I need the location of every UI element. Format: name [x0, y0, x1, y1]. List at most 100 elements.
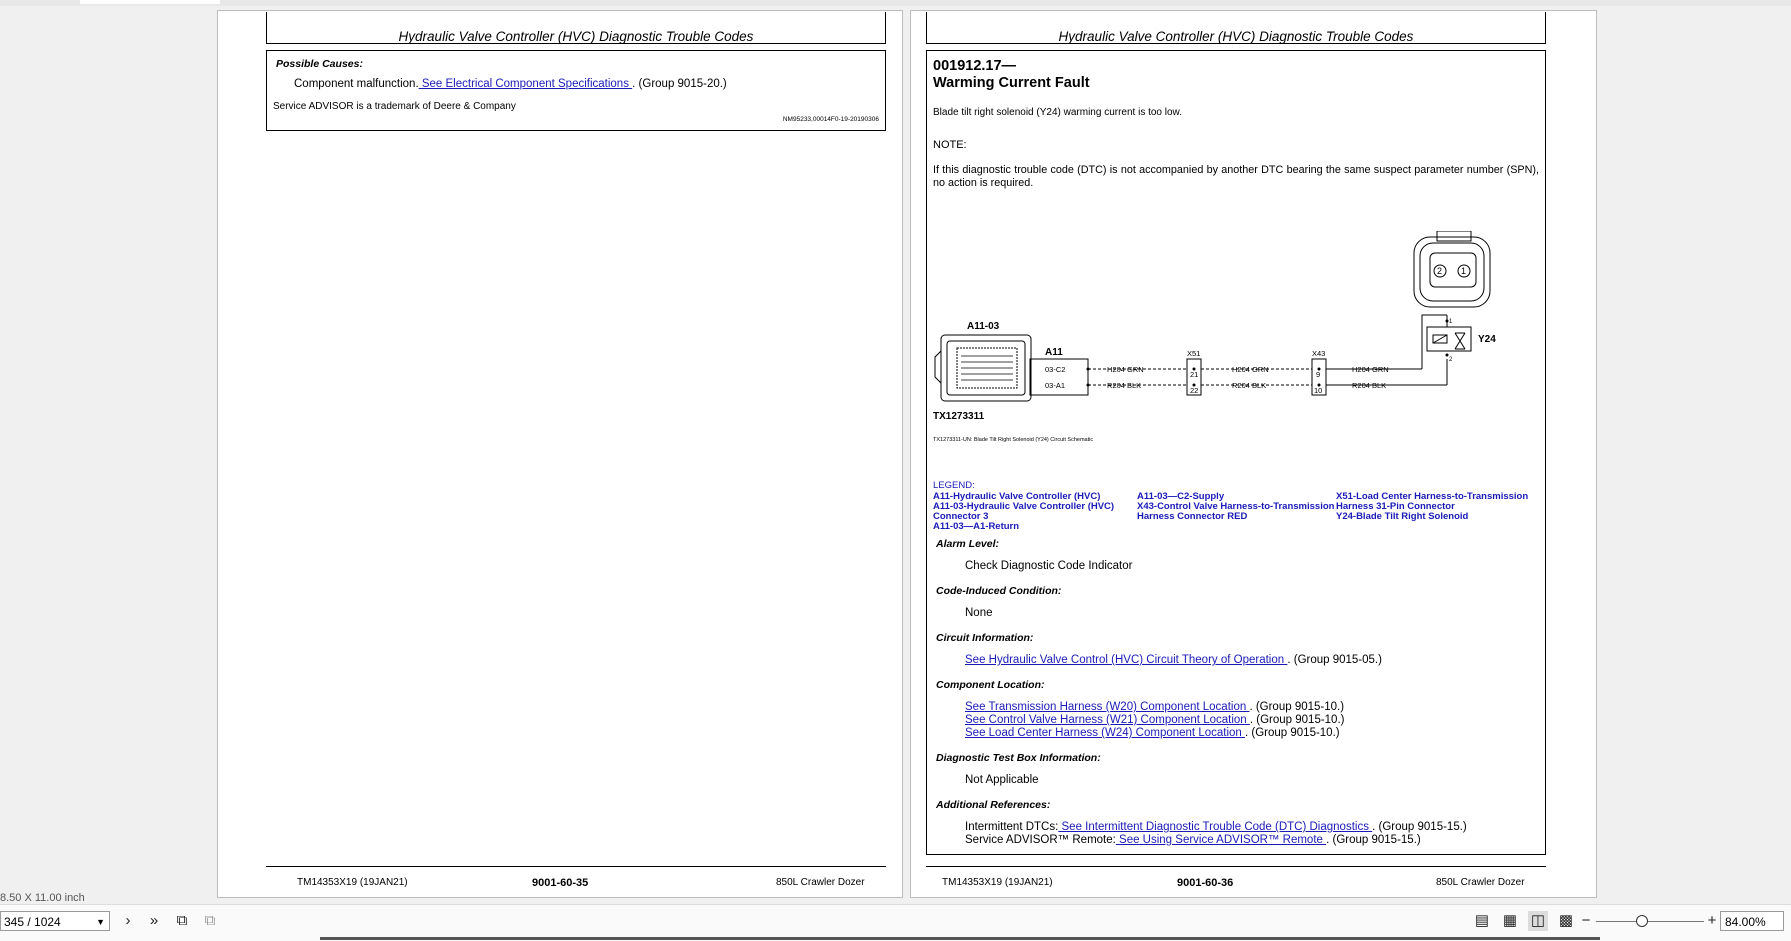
label-wire-blk-1: R204 BLK — [1107, 381, 1141, 390]
top-strip — [0, 0, 1791, 6]
dtc-code: 001912.17— — [933, 58, 1017, 74]
component-line-3: See Load Center Harness (W24) Component … — [965, 727, 1340, 739]
additional-references-label: Additional References: — [936, 799, 1051, 811]
label-a1103: A11-03 — [967, 321, 1000, 332]
label-x51: X51 — [1187, 349, 1200, 358]
label-wire-grn-1: H204 GRN — [1107, 365, 1144, 374]
two-page-view-icon[interactable]: ◫ — [1528, 911, 1548, 931]
zoom-slider-handle[interactable] — [1636, 915, 1648, 927]
label-x43-p1: 9 — [1316, 370, 1320, 379]
intermittent-label: Intermittent DTCs: — [965, 821, 1059, 833]
copy-page-icon[interactable]: ⧉ — [172, 911, 192, 931]
w24-location-link[interactable]: See Load Center Harness (W24) Component … — [965, 727, 1245, 739]
component-location-label: Component Location: — [936, 679, 1045, 691]
possible-causes-label: Possible Causes: — [276, 58, 363, 70]
label-wire-blk-3: R204 BLK — [1352, 381, 1386, 390]
code-induced-label: Code-Induced Condition: — [936, 585, 1062, 597]
test-box-value: Not Applicable — [965, 774, 1039, 786]
footer-rule — [926, 866, 1546, 867]
label-y24-p2: 2 — [1449, 357, 1453, 363]
document-id: NM95233,00014F0-19-20190306 — [782, 116, 879, 123]
viewer-toolbar: 345 / 1024 ▼ › » ⧉ ⧉ ▤ ▦ ◫ ▩ − + 84.00% — [0, 904, 1791, 941]
add-group: . (Group 9015-15.) — [1326, 834, 1421, 846]
trademark-text: Service ADVISOR is a trademark of Deere … — [273, 101, 516, 112]
component-line-2: See Control Valve Harness (W21) Componen… — [965, 714, 1344, 726]
cause-line: Component malfunction. See Electrical Co… — [294, 78, 727, 90]
circuit-info-label: Circuit Information: — [936, 632, 1034, 644]
alarm-level-value: Check Diagnostic Code Indicator — [965, 560, 1133, 572]
comp-group: . (Group 9015-10.) — [1245, 727, 1340, 739]
legend-item: Y24-Blade Tilt Right Solenoid — [1336, 511, 1469, 522]
service-advisor-remote-link[interactable]: See Using Service ADVISOR™ Remote — [1116, 834, 1326, 846]
note-text: If this diagnostic trouble code (DTC) is… — [933, 164, 1539, 189]
circuit-group: . (Group 9015-05.) — [1287, 654, 1382, 666]
tab-marker — [80, 0, 220, 4]
label-conn-pin1: 1 — [1461, 266, 1466, 276]
cause-group: . (Group 9015-20.) — [632, 78, 727, 90]
header-title: Hydraulic Valve Controller (HVC) Diagnos… — [1058, 29, 1414, 44]
header-title: Hydraulic Valve Controller (HVC) Diagnos… — [398, 29, 754, 44]
circuit-schematic: A11-03 A11 03-C2 03-A1 H204 GRN R204 BLK… — [933, 231, 1496, 443]
last-page-icon[interactable]: » — [144, 911, 164, 931]
zoom-level-input[interactable]: 84.00% — [1720, 911, 1784, 931]
footer-machine: 850L Crawler Dozer — [1436, 877, 1525, 888]
electrical-specs-link[interactable]: See Electrical Component Specifications — [419, 78, 633, 90]
comp-group: . (Group 9015-10.) — [1249, 714, 1345, 726]
footer-manual: TM14353X19 (19JAN21) — [942, 877, 1053, 888]
alarm-level-label: Alarm Level: — [936, 538, 1000, 550]
additional-line-1: Intermittent DTCs: See Intermittent Diag… — [965, 821, 1467, 833]
test-box-label: Diagnostic Test Box Information: — [936, 752, 1101, 764]
next-page-icon[interactable]: › — [118, 911, 138, 931]
label-pin-c2: 03-C2 — [1045, 365, 1065, 374]
circuit-info-line: See Hydraulic Valve Control (HVC) Circui… — [965, 654, 1382, 666]
legend-item: A11-03—A1-Return — [933, 521, 1020, 532]
page-header: Hydraulic Valve Controller (HVC) Diagnos… — [266, 12, 886, 44]
continuous-view-icon[interactable]: ▦ — [1500, 911, 1520, 931]
label-a11: A11 — [1045, 347, 1063, 358]
legend-label: LEGEND: — [933, 480, 975, 491]
connector-face-outer — [1413, 236, 1491, 308]
label-conn-pin2: 2 — [1437, 266, 1442, 276]
w20-location-link[interactable]: See Transmission Harness (W20) Component… — [965, 701, 1249, 713]
label-x43: X43 — [1312, 349, 1325, 358]
legend-col3: X51-Load Center Harness-to-Transmission … — [1336, 492, 1528, 522]
legend-item: Harness Connector RED — [1137, 511, 1248, 522]
label-x51-p1: 21 — [1190, 370, 1198, 379]
code-induced-value: None — [965, 607, 993, 619]
label-pin-a1: 03-A1 — [1045, 381, 1065, 390]
cause-text: Component malfunction. — [294, 78, 419, 90]
label-wire-blk-2: R204 BLK — [1232, 381, 1266, 390]
intermittent-dtc-link[interactable]: See Intermittent Diagnostic Trouble Code… — [1058, 821, 1372, 833]
dtc-description: Blade tilt right solenoid (Y24) warming … — [933, 107, 1183, 118]
paste-page-icon[interactable]: ⧉ — [200, 911, 220, 931]
dtc-content-box: 001912.17— Warming Current Fault Blade t… — [926, 50, 1546, 855]
legend-col1: A11-Hydraulic Valve Controller (HVC) A11… — [933, 492, 1114, 532]
zoom-slider-track[interactable] — [1596, 921, 1704, 922]
page-size-label: 8.50 X 11.00 inch — [0, 892, 85, 904]
zoom-in-icon[interactable]: + — [1702, 911, 1722, 931]
label-wire-grn-2: H204 GRN — [1232, 365, 1269, 374]
note-label: NOTE: — [933, 139, 967, 151]
label-x51-p2: 22 — [1190, 386, 1198, 395]
label-y24: Y24 — [1478, 334, 1496, 345]
page-right: Hydraulic Valve Controller (HVC) Diagnos… — [910, 10, 1597, 898]
figure-id: TX1273311 — [933, 411, 985, 422]
footer-rule — [266, 866, 886, 867]
single-page-view-icon[interactable]: ▤ — [1472, 911, 1492, 931]
grid-view-icon[interactable]: ▩ — [1556, 911, 1576, 931]
component-line-1: See Transmission Harness (W20) Component… — [965, 701, 1344, 713]
comp-group: . (Group 9015-10.) — [1249, 701, 1345, 713]
zoom-out-icon[interactable]: − — [1576, 911, 1596, 931]
possible-causes-box: Possible Causes: Component malfunction. … — [266, 50, 886, 131]
service-advisor-label: Service ADVISOR™ Remote: — [965, 834, 1116, 846]
label-y24-p1: 1 — [1449, 319, 1453, 325]
dtc-title: Warming Current Fault — [933, 75, 1090, 91]
legend-col2: A11-03—C2-Supply X43-Control Valve Harne… — [1137, 492, 1334, 522]
page-number-input[interactable]: 345 / 1024 ▼ — [0, 911, 110, 931]
label-wire-grn-3: H204 GRN — [1352, 365, 1389, 374]
page-header: Hydraulic Valve Controller (HVC) Diagnos… — [926, 12, 1546, 44]
page-indicator: 345 / 1024 — [4, 915, 61, 929]
circuit-theory-link[interactable]: See Hydraulic Valve Control (HVC) Circui… — [965, 654, 1287, 666]
w21-location-link[interactable]: See Control Valve Harness (W21) Componen… — [965, 714, 1250, 726]
chevron-down-icon[interactable]: ▼ — [96, 912, 105, 932]
